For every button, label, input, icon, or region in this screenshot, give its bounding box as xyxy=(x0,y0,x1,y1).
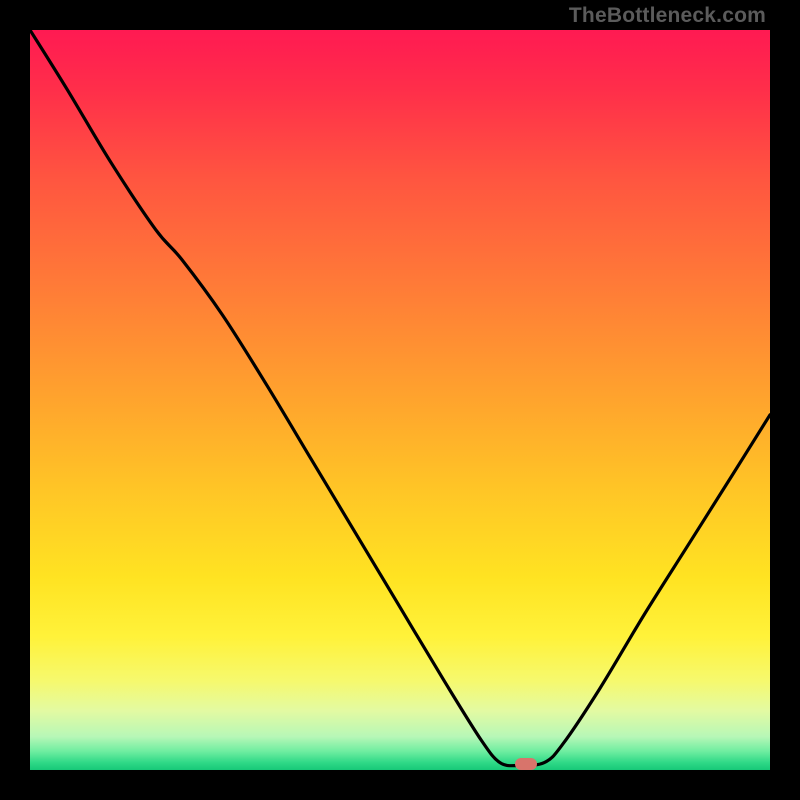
optimal-marker xyxy=(515,758,537,770)
chart-frame: TheBottleneck.com xyxy=(0,0,800,800)
curve-layer xyxy=(30,30,770,770)
watermark-text: TheBottleneck.com xyxy=(569,4,766,28)
bottleneck-curve xyxy=(30,30,770,766)
plot-area xyxy=(30,30,770,770)
